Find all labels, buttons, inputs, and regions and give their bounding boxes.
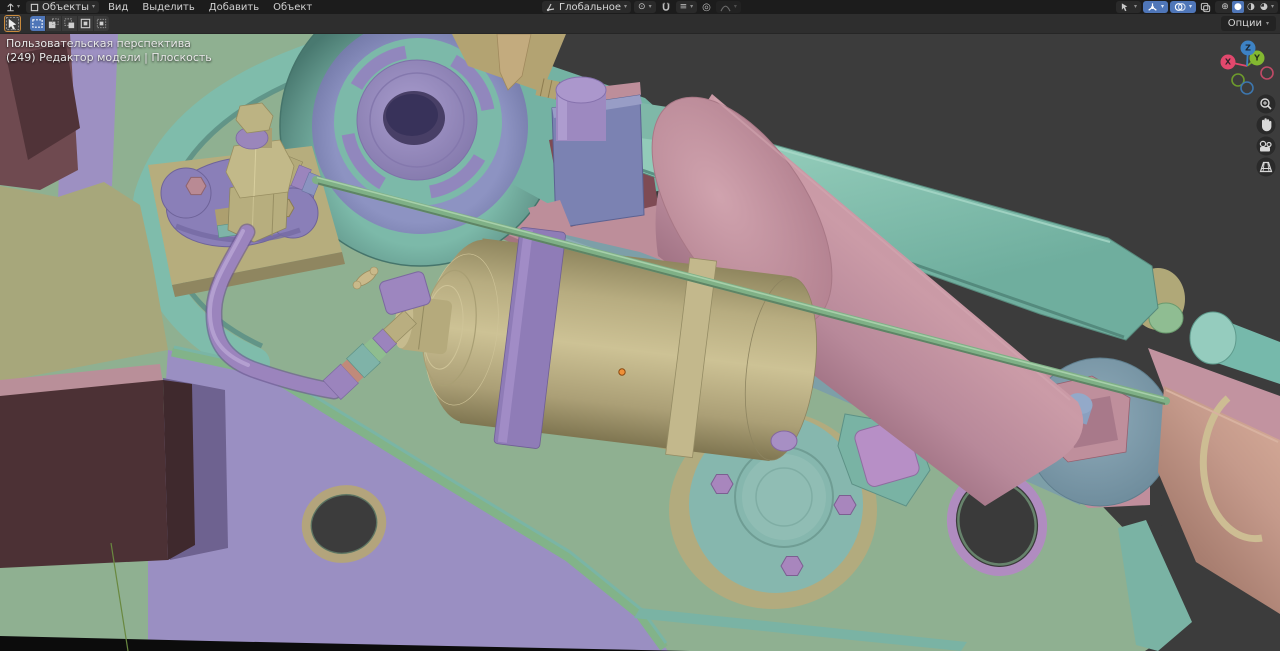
tool-settings-bar: Опции ▾ bbox=[0, 14, 1280, 34]
options-label: Опции bbox=[1227, 18, 1262, 29]
mode-dropdown[interactable]: Объекты ▾ bbox=[26, 1, 100, 13]
shading-solid-button[interactable]: ● bbox=[1231, 1, 1244, 13]
pivot-point-dropdown[interactable]: ⊙ ▾ bbox=[634, 1, 656, 13]
chevron-down-icon: ▾ bbox=[624, 3, 628, 10]
falloff-curve-icon bbox=[720, 3, 731, 12]
magnet-icon bbox=[661, 2, 671, 13]
chevron-down-icon: ▾ bbox=[17, 3, 21, 10]
snap-target-dropdown[interactable]: ≡ ▾ bbox=[675, 1, 698, 13]
show-objects-icon bbox=[1120, 2, 1131, 12]
orientation-label: Глобальное bbox=[559, 1, 621, 13]
menu-view[interactable]: Вид bbox=[103, 2, 133, 13]
select-extend-button[interactable] bbox=[46, 16, 61, 31]
shading-material-button[interactable]: ◑ bbox=[1245, 1, 1257, 13]
bolt[interactable] bbox=[833, 495, 857, 515]
bolt[interactable] bbox=[780, 556, 804, 576]
gizmo-icon bbox=[1147, 2, 1158, 13]
zoom-button[interactable] bbox=[1256, 94, 1276, 114]
shading-wireframe-button[interactable]: ⊕ bbox=[1219, 1, 1231, 13]
tweak-tool-button[interactable] bbox=[4, 15, 21, 32]
select-set-button[interactable] bbox=[30, 16, 45, 31]
topbar: ▾ Объекты ▾ Вид Выделить Добавить Объект… bbox=[0, 0, 1280, 14]
menu-add[interactable]: Добавить bbox=[204, 2, 264, 13]
select-invert-button[interactable] bbox=[78, 16, 93, 31]
overlays-icon bbox=[1174, 2, 1186, 12]
bolt[interactable] bbox=[185, 176, 207, 196]
viewport-3d-icon bbox=[5, 2, 16, 13]
object-mode-icon bbox=[30, 3, 39, 12]
select-intersect-button[interactable] bbox=[94, 16, 109, 31]
editor-type-button[interactable]: ▾ bbox=[3, 1, 22, 13]
viewport-3d-scene[interactable] bbox=[0, 0, 1280, 651]
menu-object[interactable]: Объект bbox=[268, 2, 317, 13]
chevron-down-icon: ▾ bbox=[1160, 3, 1164, 10]
tweak-cursor-icon bbox=[5, 16, 20, 31]
view-name-text: Пользовательская перспектива bbox=[6, 37, 191, 50]
purple-pin-cylinder[interactable] bbox=[555, 76, 607, 141]
axis-z-label: Z bbox=[1245, 44, 1251, 53]
axis-x-label: X bbox=[1225, 58, 1232, 67]
orientation-global-icon bbox=[546, 2, 556, 12]
shading-mode-group: ⊕ ● ◑ ◕ ▾ bbox=[1214, 1, 1278, 13]
shading-rendered-button[interactable]: ◕ bbox=[1258, 1, 1270, 13]
maroon-box[interactable] bbox=[0, 364, 195, 568]
overlays-toggle-dropdown[interactable]: ▾ bbox=[1169, 1, 1196, 13]
xray-icon bbox=[1200, 2, 1211, 13]
bolt[interactable] bbox=[710, 474, 734, 494]
axis-y-label: Y bbox=[1253, 54, 1260, 63]
chevron-down-icon: ▾ bbox=[1188, 3, 1192, 10]
active-object-text: (249) Редактор модели | Плоскость bbox=[6, 51, 212, 64]
menu-select[interactable]: Выделить bbox=[137, 2, 199, 13]
proportional-circle-icon: ◎ bbox=[702, 1, 711, 13]
select-subtract-button[interactable] bbox=[62, 16, 77, 31]
cursor-3d bbox=[618, 368, 626, 376]
chevron-down-icon: ▾ bbox=[1133, 3, 1137, 10]
visibility-dropdown[interactable]: ▾ bbox=[1115, 1, 1141, 13]
xray-toggle-button[interactable] bbox=[1198, 1, 1213, 13]
proportional-editing-button[interactable]: ◎ bbox=[700, 1, 713, 13]
chevron-down-icon: ▾ bbox=[92, 3, 96, 10]
viewport-info-overlay: Пользовательская перспектива (249) Редак… bbox=[6, 37, 212, 65]
purple-stub bbox=[770, 430, 798, 452]
pivot-icon: ⊙ bbox=[638, 2, 646, 12]
chevron-down-icon: ▾ bbox=[690, 3, 694, 10]
perspective-toggle-button[interactable] bbox=[1256, 157, 1276, 177]
snap-toggle-button[interactable] bbox=[659, 1, 673, 13]
chevron-down-icon: ▾ bbox=[733, 3, 737, 10]
axis-neg-x-ball[interactable] bbox=[1260, 66, 1274, 80]
chevron-down-icon: ▾ bbox=[1265, 19, 1269, 27]
mode-label: Объекты bbox=[42, 1, 90, 13]
falloff-dropdown[interactable]: ▾ bbox=[715, 1, 741, 13]
options-dropdown[interactable]: Опции ▾ bbox=[1220, 16, 1276, 31]
camera-view-button[interactable] bbox=[1256, 136, 1276, 156]
snap-increment-icon: ≡ bbox=[679, 1, 688, 12]
transform-orientation-dropdown[interactable]: Глобальное ▾ bbox=[542, 1, 632, 13]
pan-hand-button[interactable] bbox=[1256, 115, 1276, 135]
navigation-gizmo[interactable]: X Y Z bbox=[1214, 35, 1280, 97]
select-mode-group bbox=[30, 16, 109, 31]
chevron-down-icon: ▾ bbox=[648, 3, 652, 10]
chevron-down-icon: ▾ bbox=[1270, 3, 1274, 10]
gizmos-toggle-dropdown[interactable]: ▾ bbox=[1142, 1, 1168, 13]
viewport-nav-buttons bbox=[1256, 94, 1276, 177]
